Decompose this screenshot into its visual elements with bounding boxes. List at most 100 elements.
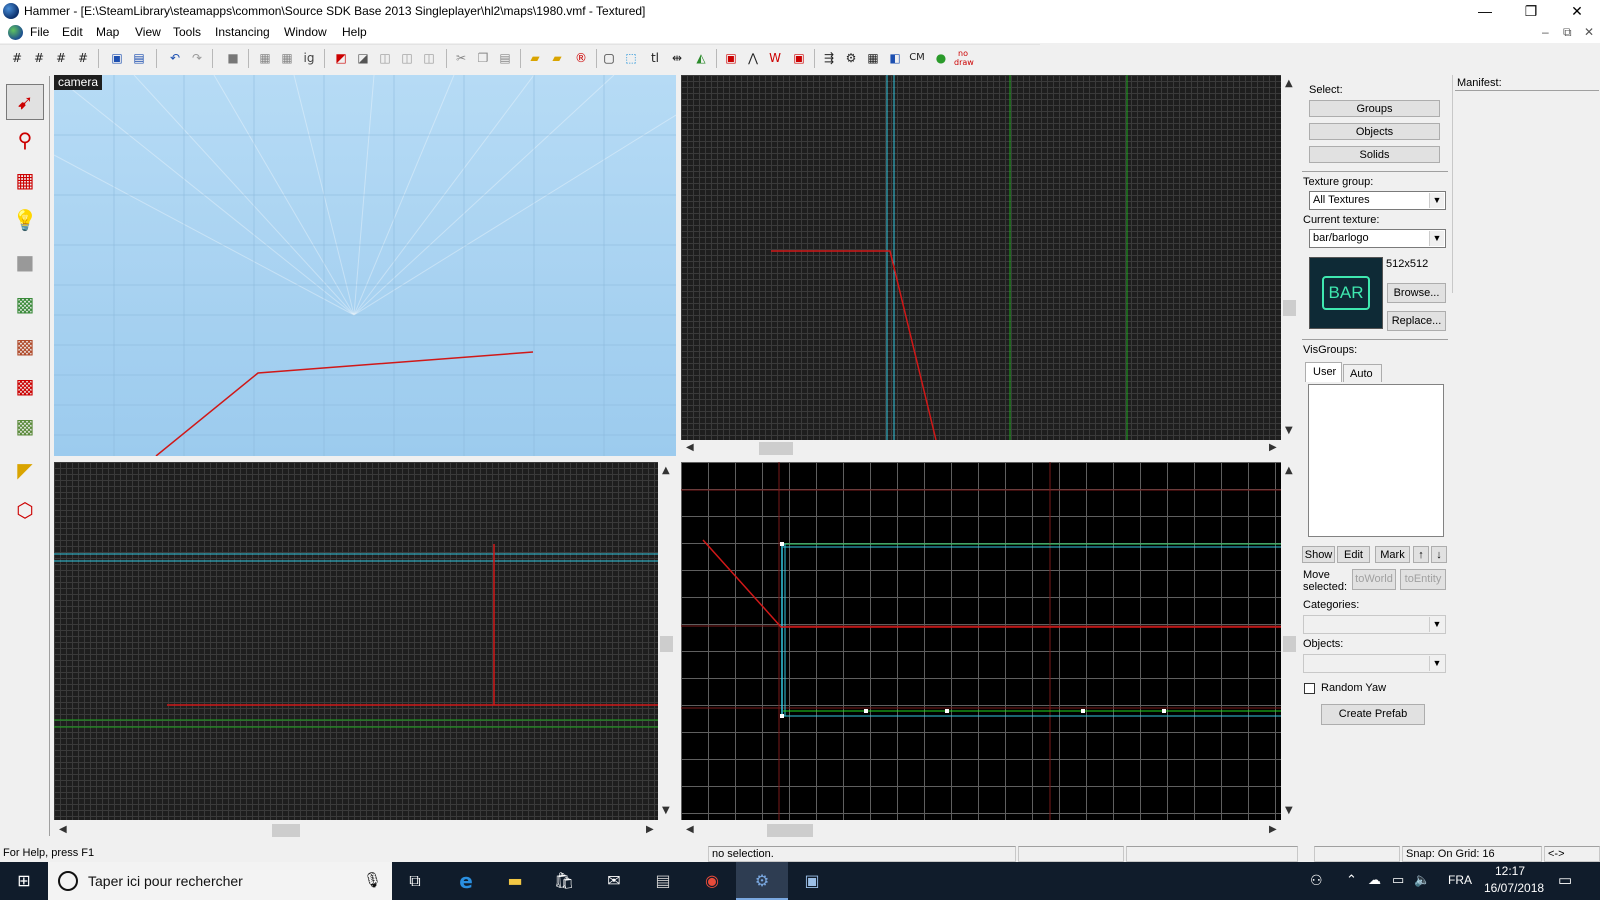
language-indicator[interactable]: FRA <box>1448 873 1472 887</box>
volume-icon[interactable]: 🔈 <box>1414 872 1430 888</box>
magnify-tool-icon[interactable]: ⚲ <box>6 122 44 158</box>
options-icon[interactable]: ▣ <box>790 49 808 67</box>
ignore-groups-icon[interactable]: ig <box>300 49 318 67</box>
hide-unselected-icon[interactable]: ▦ <box>278 49 296 67</box>
store-icon[interactable]: 🛍 <box>552 870 576 892</box>
menu-map[interactable]: Map <box>96 25 119 39</box>
clock-date[interactable]: 16/07/2018 <box>1484 881 1544 895</box>
random-yaw-checkbox[interactable] <box>1304 683 1315 694</box>
larger-grid-icon[interactable]: # <box>74 49 92 67</box>
selection-tool-icon[interactable]: ◩ <box>332 49 350 67</box>
top-2d-viewport[interactable] <box>681 75 1281 440</box>
grid-toggle-icon[interactable]: # <box>8 49 26 67</box>
minimize-button[interactable]: — <box>1462 0 1508 23</box>
file-explorer-icon[interactable]: ▬ <box>503 870 527 892</box>
task-view-icon[interactable]: ⧉ <box>403 870 427 892</box>
side-viewport-vscroll[interactable]: ▲ ▼ <box>1281 462 1298 820</box>
texture-preview[interactable]: BAR <box>1309 257 1383 329</box>
run-map-icon[interactable]: ⇶ <box>820 49 838 67</box>
browse-button[interactable]: Browse... <box>1387 283 1446 303</box>
front-viewport-hscroll[interactable]: ◀ ▶ <box>54 822 658 839</box>
camera-tool-icon[interactable]: ▦ <box>6 162 44 198</box>
onedrive-icon[interactable]: ☁ <box>1368 872 1381 888</box>
undo-icon[interactable]: ↶ <box>166 49 184 67</box>
clock-time[interactable]: 12:17 <box>1495 864 1525 878</box>
chevron-up-icon[interactable]: ⌃ <box>1346 872 1357 888</box>
texture-group-dropdown[interactable]: All Textures ▼ <box>1309 191 1446 210</box>
cubemap-icon[interactable]: CM <box>908 49 926 67</box>
ungroup-icon[interactable]: ▤ <box>130 49 148 67</box>
front-viewport-vscroll[interactable]: ▲ ▼ <box>658 462 675 820</box>
texture-application-icon[interactable]: ▩ <box>6 286 44 322</box>
texture-lock-icon[interactable]: ▰ <box>526 49 544 67</box>
edge-browser-icon[interactable]: e <box>454 870 478 892</box>
categories-dropdown[interactable]: ▼ <box>1303 615 1446 634</box>
align-icon-2[interactable]: ◫ <box>420 49 438 67</box>
group-icon[interactable]: ▣ <box>108 49 126 67</box>
leaf-icon[interactable]: ● <box>932 49 950 67</box>
entity-report-icon[interactable]: ▣ <box>722 49 740 67</box>
copy-icon[interactable]: ❐ <box>474 49 492 67</box>
smaller-grid-icon[interactable]: # <box>52 49 70 67</box>
current-texture-dropdown[interactable]: bar/barlogo ▼ <box>1309 229 1446 248</box>
paste-icon[interactable]: ▤ <box>496 49 514 67</box>
mdi-close-button[interactable]: ✕ <box>1584 25 1594 39</box>
document-icon[interactable] <box>8 25 23 40</box>
menu-file[interactable]: File <box>30 25 49 39</box>
rotate-icon[interactable]: ◪ <box>354 49 372 67</box>
side-viewport-hscroll[interactable]: ◀ ▶ <box>681 822 1281 839</box>
gear-icon[interactable]: ⚙ <box>842 49 860 67</box>
models-icon[interactable]: ◧ <box>886 49 904 67</box>
redo-icon[interactable]: ↷ <box>188 49 206 67</box>
mdi-minimize-button[interactable]: – <box>1542 25 1549 39</box>
select-box-icon[interactable]: ⬚ <box>622 49 640 67</box>
toggle-icon[interactable]: ⇹ <box>668 49 686 67</box>
menu-edit[interactable]: Edit <box>62 25 83 39</box>
vertex-tool-icon[interactable]: ⬡ <box>6 492 44 528</box>
objects-dropdown[interactable]: ▼ <box>1303 654 1446 673</box>
flip-icon[interactable]: ◫ <box>376 49 394 67</box>
hammer-taskbar-icon[interactable]: ⚙ <box>750 870 774 892</box>
taskbar-search-box[interactable]: Taper ici pour rechercher 🎙 <box>48 862 392 900</box>
people-icon[interactable]: ⚇ <box>1310 872 1323 889</box>
windows-start-icon[interactable]: ⊞ <box>12 870 36 892</box>
3d-grid-icon[interactable]: # <box>30 49 48 67</box>
check-problems-icon[interactable]: ⋀ <box>744 49 762 67</box>
camera-viewport[interactable]: camera <box>54 75 676 456</box>
visgroup-show-button[interactable]: Show <box>1302 546 1335 563</box>
visgroup-up-button[interactable]: ↑ <box>1413 546 1429 563</box>
top-viewport-vscroll[interactable]: ▲ ▼ <box>1281 75 1298 440</box>
microphone-icon[interactable]: 🎙 <box>363 871 382 889</box>
tab-auto[interactable]: Auto <box>1343 364 1382 382</box>
tab-user[interactable]: User <box>1305 362 1342 382</box>
carve-icon[interactable]: ■ <box>224 49 242 67</box>
select-objects-button[interactable]: Objects <box>1309 123 1440 140</box>
nodraw-icon[interactable]: no draw <box>954 49 974 67</box>
to-world-button[interactable]: toWorld <box>1352 569 1396 590</box>
texture-scale-lock-icon[interactable]: ▰ <box>548 49 566 67</box>
vertex-icon[interactable]: ◭ <box>692 49 710 67</box>
select-groups-button[interactable]: Groups <box>1309 100 1440 117</box>
menu-window[interactable]: Window <box>284 25 327 39</box>
mail-icon[interactable]: ✉ <box>602 870 626 892</box>
hide-selected-icon[interactable]: ▦ <box>256 49 274 67</box>
tl-icon[interactable]: tl <box>646 49 664 67</box>
align-icon[interactable]: ◫ <box>398 49 416 67</box>
menu-help[interactable]: Help <box>342 25 367 39</box>
decal-tool-icon[interactable]: ▩ <box>6 368 44 404</box>
apply-texture-icon[interactable]: ▩ <box>6 328 44 364</box>
top-viewport-hscroll[interactable]: ◀ ▶ <box>681 440 1281 457</box>
visgroup-edit-button[interactable]: Edit <box>1337 546 1370 563</box>
cut-icon[interactable]: ✂ <box>452 49 470 67</box>
map-properties-icon[interactable]: W <box>766 49 784 67</box>
entity-tool-icon[interactable]: 💡 <box>6 202 44 238</box>
wireframe-icon[interactable]: ▦ <box>864 49 882 67</box>
app-2-icon[interactable]: ▣ <box>800 870 824 892</box>
to-entity-button[interactable]: toEntity <box>1400 569 1446 590</box>
create-prefab-button[interactable]: Create Prefab <box>1321 704 1425 725</box>
network-icon[interactable]: ▭ <box>1392 872 1404 888</box>
menu-instancing[interactable]: Instancing <box>215 25 270 39</box>
front-2d-viewport[interactable] <box>54 462 658 820</box>
radius-culling-icon[interactable]: ® <box>572 49 590 67</box>
menu-view[interactable]: View <box>135 25 161 39</box>
